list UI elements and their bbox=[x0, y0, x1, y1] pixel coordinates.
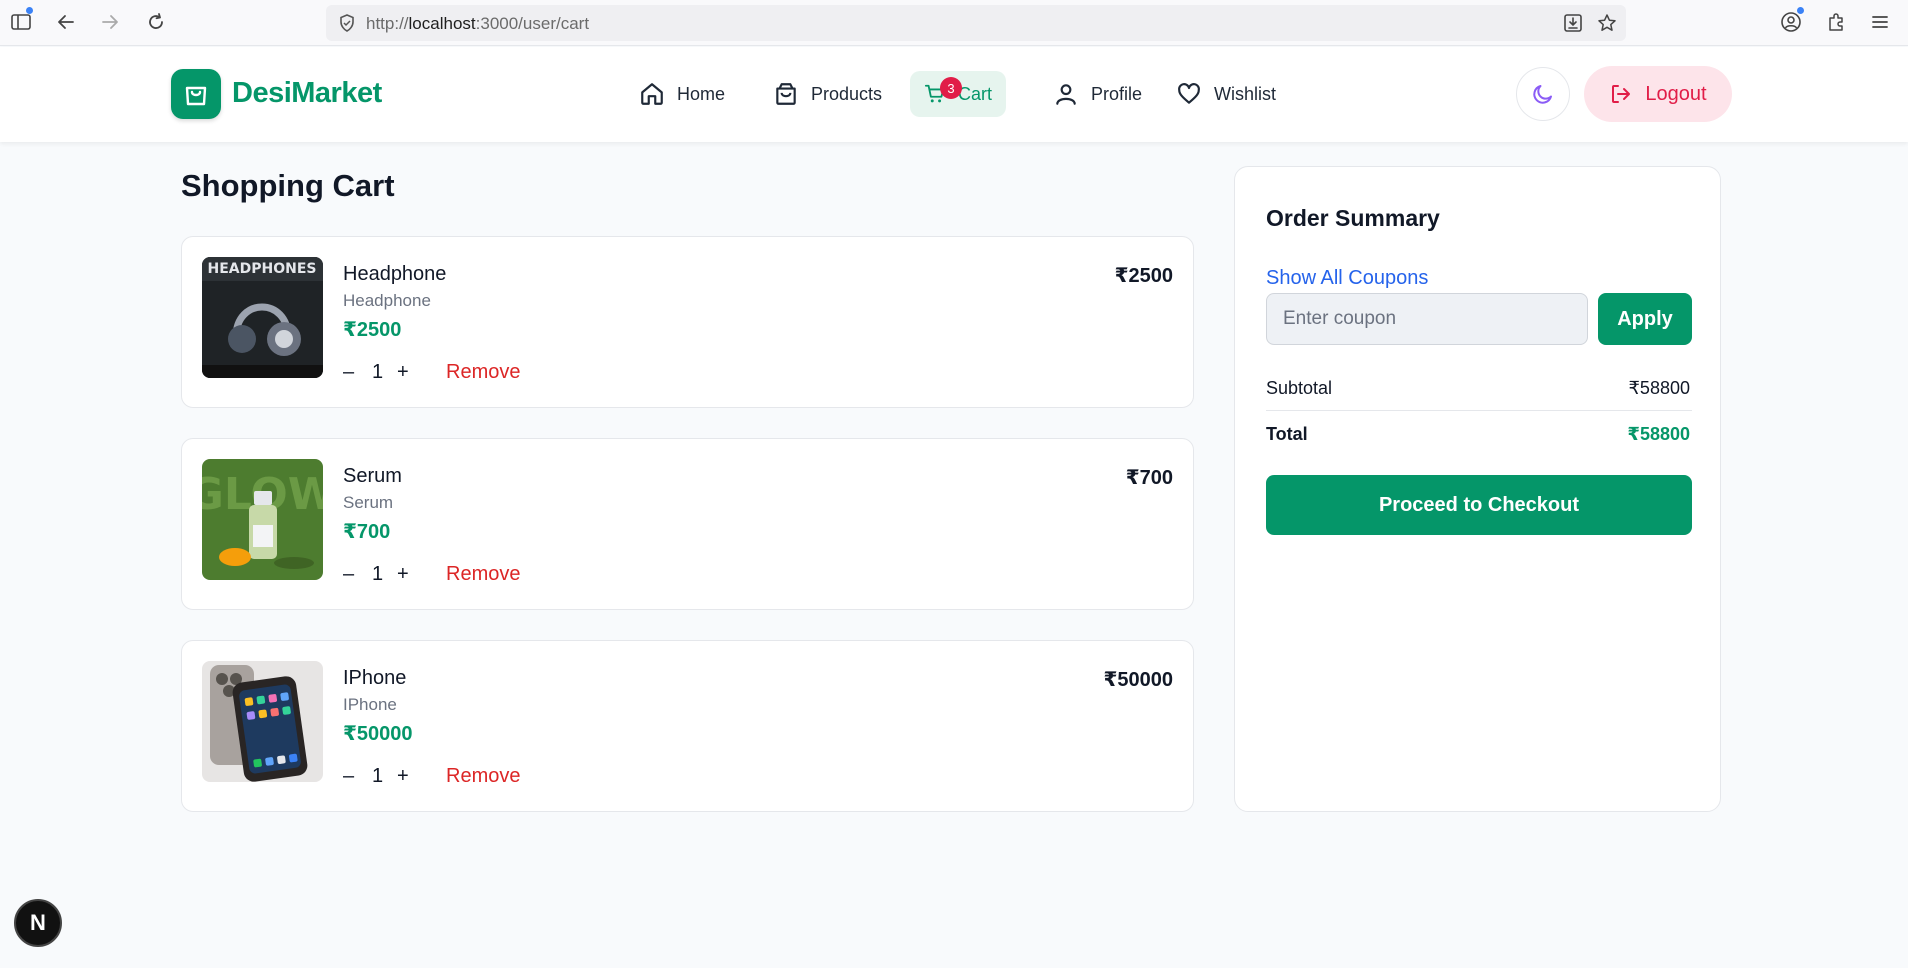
heart-icon bbox=[1178, 83, 1200, 104]
account-notification-dot bbox=[1797, 7, 1804, 14]
theme-toggle-button[interactable] bbox=[1516, 67, 1570, 121]
logout-label: Logout bbox=[1645, 82, 1707, 105]
increase-quantity-button[interactable]: + bbox=[397, 563, 409, 586]
shopping-bag-icon bbox=[776, 83, 796, 105]
item-line-total: ₹700 bbox=[1125, 467, 1173, 489]
apply-coupon-button[interactable]: Apply bbox=[1598, 293, 1692, 345]
remove-item-button[interactable]: Remove bbox=[446, 563, 520, 586]
svg-text:HEADPHONES: HEADPHONES bbox=[208, 261, 317, 277]
menu-icon[interactable] bbox=[1867, 9, 1893, 35]
cart-item: IPhone IPhone ₹50000 – 1 + Remove ₹50000 bbox=[181, 640, 1194, 812]
reload-icon[interactable] bbox=[143, 9, 169, 35]
item-name[interactable]: IPhone bbox=[343, 667, 406, 690]
proceed-to-checkout-button[interactable]: Proceed to Checkout bbox=[1266, 475, 1692, 535]
download-page-icon[interactable] bbox=[1560, 10, 1586, 36]
item-price: ₹2500 bbox=[343, 319, 402, 341]
decrease-quantity-button[interactable]: – bbox=[343, 361, 354, 384]
user-icon bbox=[1056, 84, 1076, 105]
nav-home[interactable]: Home bbox=[625, 71, 739, 117]
nav-cart-label: Cart bbox=[957, 83, 992, 104]
subtotal-value: ₹58800 bbox=[1628, 378, 1690, 398]
forward-icon[interactable] bbox=[97, 9, 123, 35]
increase-quantity-button[interactable]: + bbox=[397, 361, 409, 384]
remove-item-button[interactable]: Remove bbox=[446, 765, 520, 788]
nav-products-label: Products bbox=[811, 83, 883, 104]
decrease-quantity-button[interactable]: – bbox=[343, 765, 354, 788]
nav-home-label: Home bbox=[677, 83, 726, 104]
page-title: Shopping Cart bbox=[181, 168, 395, 203]
total-value: ₹58800 bbox=[1627, 424, 1690, 444]
item-category: IPhone bbox=[343, 695, 397, 714]
increase-quantity-button[interactable]: + bbox=[397, 765, 409, 788]
decrease-quantity-button[interactable]: – bbox=[343, 563, 354, 586]
nav-profile-label: Profile bbox=[1091, 83, 1143, 104]
browser-toolbar: http://localhost:3000/user/cart bbox=[0, 0, 1908, 46]
quantity-value: 1 bbox=[372, 765, 384, 787]
back-icon[interactable] bbox=[53, 9, 79, 35]
total-label: Total bbox=[1266, 424, 1308, 444]
logout-icon bbox=[1612, 85, 1631, 103]
item-line-total: ₹2500 bbox=[1114, 265, 1173, 287]
item-price: ₹50000 bbox=[343, 723, 413, 745]
url-text: http://localhost:3000/user/cart bbox=[366, 14, 590, 33]
iphone-product-image[interactable] bbox=[202, 661, 323, 782]
home-icon bbox=[641, 83, 663, 105]
item-price: ₹700 bbox=[343, 521, 391, 543]
star-icon[interactable] bbox=[1594, 10, 1620, 36]
moon-icon bbox=[1533, 85, 1552, 104]
extensions-icon[interactable] bbox=[1823, 9, 1849, 35]
item-category: Serum bbox=[343, 493, 394, 512]
order-summary-title: Order Summary bbox=[1266, 205, 1440, 231]
nav-wishlist-label: Wishlist bbox=[1214, 83, 1276, 104]
subtotal-label: Subtotal bbox=[1266, 378, 1333, 398]
logo-icon[interactable] bbox=[171, 69, 221, 119]
headphone-product-image[interactable]: HEADPHONES bbox=[202, 257, 323, 378]
logout-button[interactable]: Logout bbox=[1584, 66, 1732, 122]
summary-divider bbox=[1266, 410, 1692, 411]
quantity-value: 1 bbox=[372, 361, 384, 383]
cart-count-badge: 3 bbox=[940, 77, 962, 99]
nav-wishlist[interactable]: Wishlist bbox=[1162, 71, 1290, 117]
nav-products[interactable]: Products bbox=[759, 71, 896, 117]
brand-name[interactable]: DesiMarket bbox=[232, 77, 382, 110]
item-name[interactable]: Serum bbox=[343, 465, 402, 488]
notification-dot bbox=[26, 7, 33, 14]
app-header: DesiMarket Home Products 3 Cart Profile … bbox=[0, 47, 1908, 142]
serum-product-image[interactable]: GLOW bbox=[202, 459, 323, 580]
show-all-coupons-link[interactable]: Show All Coupons bbox=[1266, 267, 1428, 290]
nav-cart[interactable]: 3 Cart bbox=[910, 71, 1006, 117]
cart-item: GLOW Serum Serum ₹700 – 1 + Remove ₹700 bbox=[181, 438, 1194, 610]
cart-item: HEADPHONES Headphone Headphone ₹2500 – 1… bbox=[181, 236, 1194, 408]
item-name[interactable]: Headphone bbox=[343, 263, 446, 286]
address-bar[interactable]: http://localhost:3000/user/cart bbox=[326, 5, 1626, 41]
item-category: Headphone bbox=[343, 291, 431, 310]
order-summary-panel: Order Summary Show All Coupons Apply Sub… bbox=[1234, 166, 1721, 812]
item-line-total: ₹50000 bbox=[1103, 669, 1173, 691]
nav-profile[interactable]: Profile bbox=[1039, 71, 1156, 117]
quantity-value: 1 bbox=[372, 563, 384, 585]
coupon-input[interactable] bbox=[1266, 293, 1588, 345]
dev-tools-badge[interactable]: N bbox=[14, 899, 62, 947]
shield-icon bbox=[334, 10, 360, 36]
remove-item-button[interactable]: Remove bbox=[446, 361, 520, 384]
